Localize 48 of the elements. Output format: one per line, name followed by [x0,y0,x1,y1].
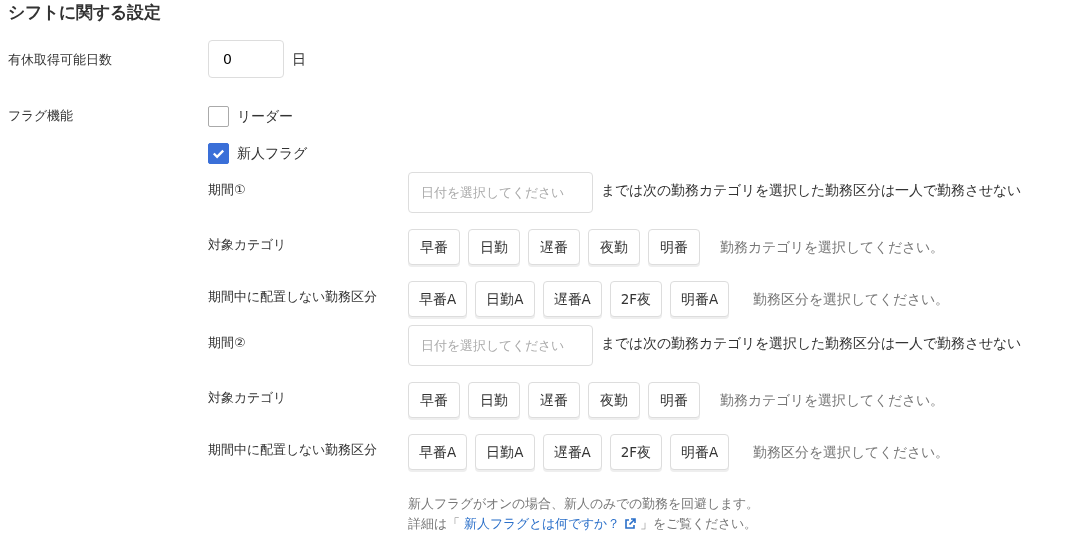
field-label: 期間中に配置しない勤務区分 [208,441,378,460]
checkbox-label: リーダー [237,107,293,127]
field-label: 期間② [208,334,247,353]
chip-button[interactable]: 日勤 [468,229,520,266]
field-label: 期間① [208,181,247,200]
chip-button[interactable]: 日勤A [475,281,535,318]
field-label: 期間中に配置しない勤務区分 [208,288,378,307]
hint-text: 勤務区分を選択してください。 [753,290,950,310]
external-link-icon[interactable] [624,518,636,531]
hint-text: 勤務カテゴリを選択してください。 [720,238,944,258]
chip-button[interactable]: 遅番 [528,382,580,419]
hint-text: 勤務カテゴリを選択してください。 [720,391,944,411]
number-field[interactable]: 0 [208,40,284,79]
checkbox[interactable] [208,143,229,165]
field-label: フラグ機能 [8,107,74,126]
chip-button[interactable]: 早番 [408,229,460,266]
chip-button[interactable]: 2F夜 [609,281,663,318]
chip-button[interactable]: 夜勤 [588,229,640,266]
chip-button[interactable]: 明番 [648,229,700,266]
chip-button[interactable]: 日勤A [475,434,535,471]
chip-button[interactable]: 早番 [408,382,460,419]
checkbox[interactable] [208,106,229,128]
chip-button[interactable]: 遅番A [542,281,602,318]
help-text: 詳細は「 [408,515,460,534]
chip-button[interactable]: 明番 [648,382,700,419]
chip-button[interactable]: 遅番A [542,434,602,471]
chip-button[interactable]: 日勤 [468,382,520,419]
field-label: 有休取得可能日数 [8,50,113,69]
chip-button[interactable]: 早番A [408,281,468,318]
chip-button[interactable]: 早番A [408,434,468,471]
help-link[interactable]: 新人フラグとは何ですか？ [464,514,620,535]
hint-text: 勤務区分を選択してください。 [753,443,950,463]
help-text: 」をご覧ください。 [640,515,757,534]
section-title: シフトに関する設定 [8,2,162,23]
chip-button[interactable]: 2F夜 [609,434,663,471]
date-field[interactable]: 日付を選択してください [408,325,593,367]
date-field[interactable]: 日付を選択してください [408,172,593,214]
field-text: までは次の勤務カテゴリを選択した勤務区分は一人で勤務させない [601,181,1021,201]
chip-button[interactable]: 夜勤 [588,382,640,419]
unit-label: 日 [292,49,306,69]
chip-button[interactable]: 明番A [670,434,730,471]
field-label: 対象カテゴリ [208,389,287,408]
chip-button[interactable]: 明番A [670,281,730,318]
field-label: 対象カテゴリ [208,236,287,255]
checkbox-label: 新人フラグ [237,144,307,164]
chip-button[interactable]: 遅番 [528,229,580,266]
field-text: までは次の勤務カテゴリを選択した勤務区分は一人で勤務させない [601,334,1021,354]
help-text: 新人フラグがオンの場合、新人のみでの勤務を回避します。 [408,495,760,514]
